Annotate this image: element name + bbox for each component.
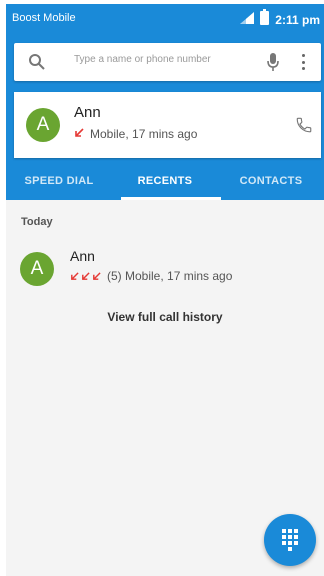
call-detail-text: Mobile, 17 mins ago (90, 127, 198, 141)
phone-icon[interactable] (295, 116, 313, 139)
clock: 2:11 pm (275, 12, 320, 27)
carrier-name: Boost Mobile (12, 12, 76, 24)
phone-screen: Boost Mobile 2:11 pm A Ann (6, 4, 324, 576)
tab-bar: SPEED DIAL RECENTS CONTACTS (6, 162, 324, 200)
recent-contact-name: Ann (70, 248, 95, 264)
recent-call-detail-text: (5) Mobile, 17 mins ago (107, 269, 233, 283)
call-detail: Mobile, 17 mins ago (74, 127, 197, 141)
suggested-contact-card[interactable]: A Ann Mobile, 17 mins ago (14, 92, 321, 158)
search-bar[interactable] (14, 43, 321, 81)
recent-call-row[interactable]: A Ann (5) Mobile, 17 mins ago (6, 240, 324, 290)
dialer-header: A Ann Mobile, 17 mins ago SPEED DIAL REC… (6, 34, 324, 200)
missed-calls-icon (70, 271, 101, 281)
tab-speed-dial[interactable]: SPEED DIAL (6, 162, 112, 200)
dialpad-button[interactable] (264, 514, 316, 566)
search-input[interactable] (74, 54, 264, 65)
battery-icon (260, 9, 270, 30)
avatar: A (26, 108, 60, 142)
recent-call-detail: (5) Mobile, 17 mins ago (70, 269, 232, 283)
section-header-today: Today (21, 216, 53, 228)
search-icon[interactable] (28, 53, 46, 76)
missed-call-icon (74, 127, 84, 141)
signal-icon (240, 11, 255, 29)
contact-name: Ann (74, 104, 101, 121)
avatar: A (20, 252, 54, 286)
tab-recents[interactable]: RECENTS (112, 162, 218, 200)
active-tab-indicator (121, 197, 221, 200)
tab-contacts[interactable]: CONTACTS (218, 162, 324, 200)
mic-icon[interactable] (267, 53, 279, 76)
status-icons: 2:11 pm (240, 9, 320, 30)
status-bar: Boost Mobile 2:11 pm (6, 4, 324, 34)
view-full-call-history-link[interactable]: View full call history (6, 310, 324, 324)
dialpad-icon (282, 529, 298, 551)
more-vert-icon[interactable] (300, 54, 306, 70)
